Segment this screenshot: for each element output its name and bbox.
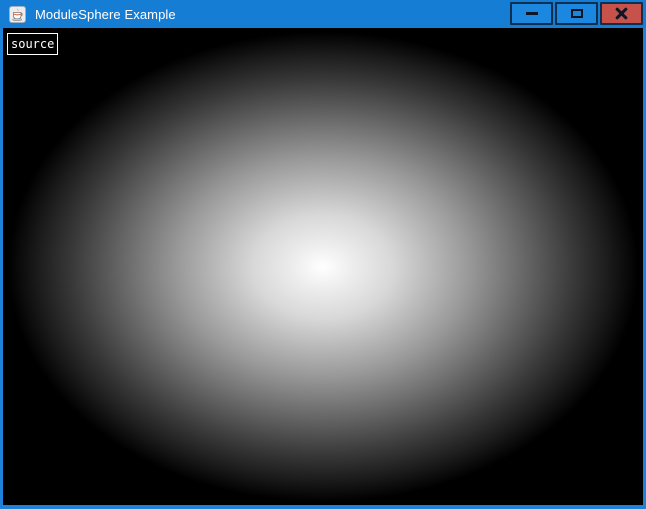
maximize-icon [571,9,583,18]
app-window: ModuleSphere Example source [0,0,646,509]
java-coffee-cup-icon [9,6,26,23]
minimize-icon [526,12,538,15]
sphere-light-glow [3,28,643,505]
titlebar[interactable]: ModuleSphere Example [0,0,646,28]
window-title: ModuleSphere Example [35,7,176,22]
close-icon [615,7,628,20]
maximize-button[interactable] [555,2,598,25]
minimize-button[interactable] [510,2,553,25]
source-button[interactable]: source [7,33,58,55]
window-controls [510,0,643,25]
close-button[interactable] [600,2,643,25]
render-viewport[interactable]: source [3,28,643,505]
